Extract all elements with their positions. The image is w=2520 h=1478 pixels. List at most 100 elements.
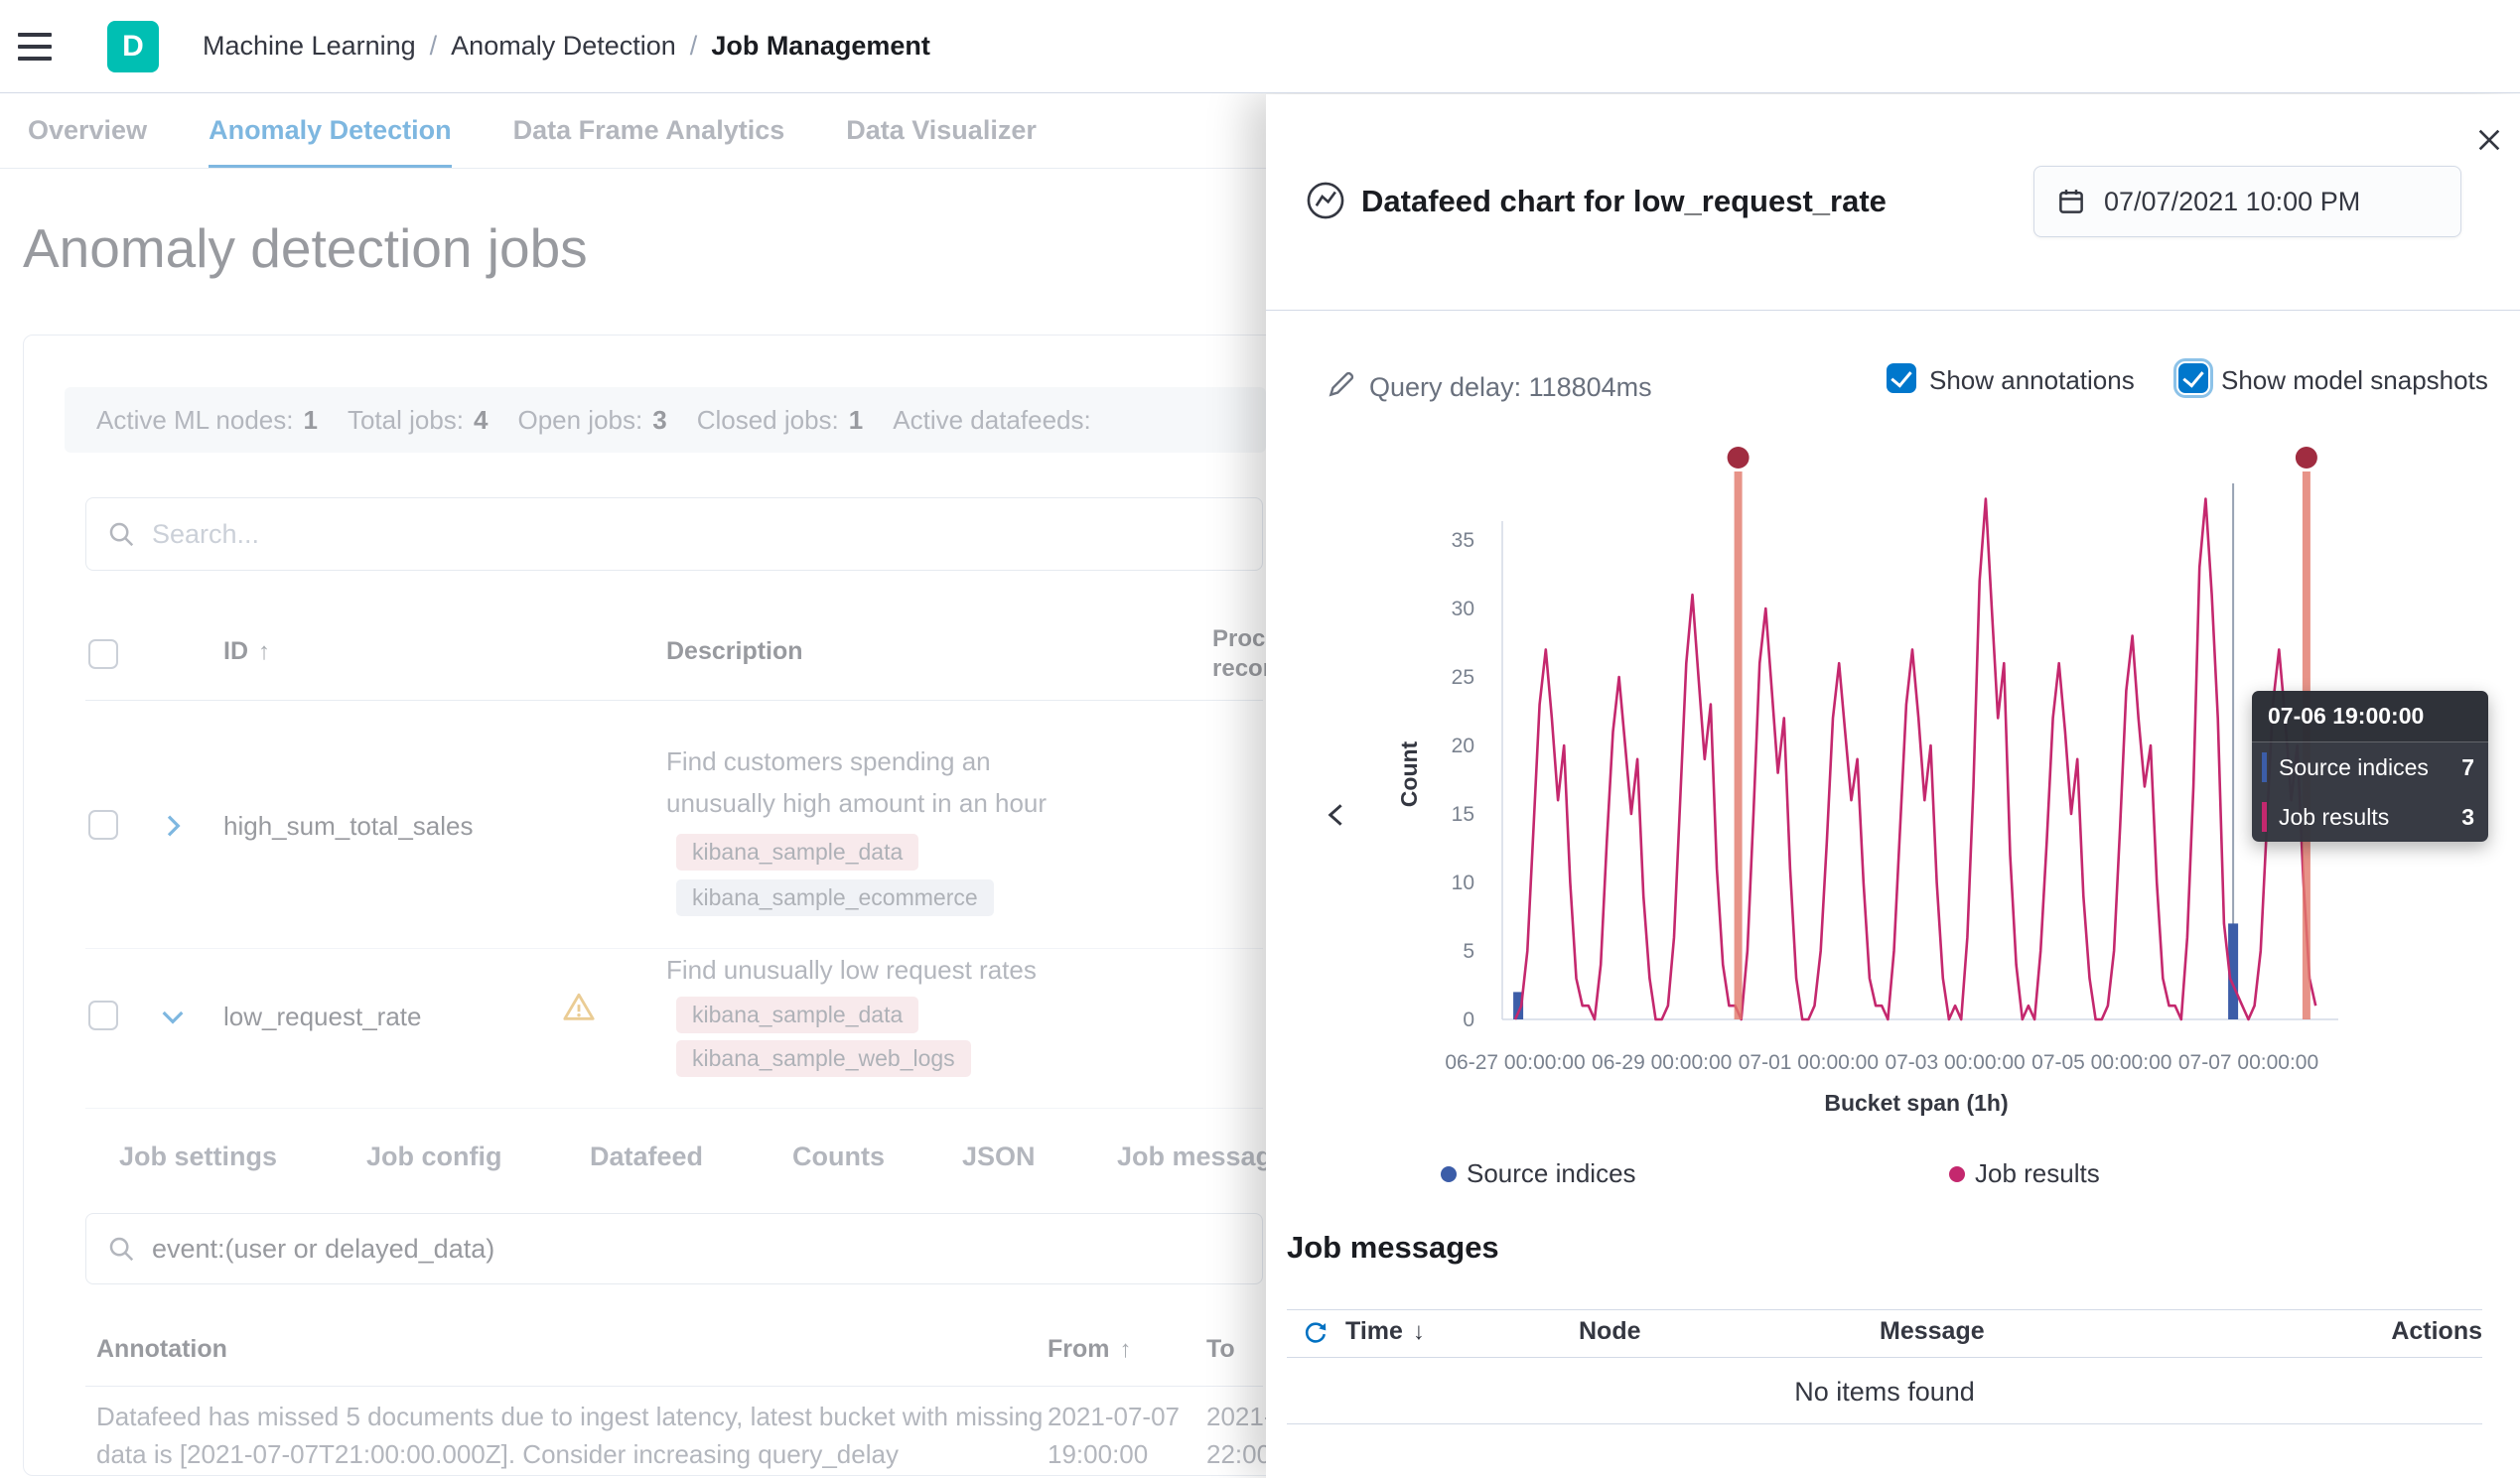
- column-header-id[interactable]: ID: [223, 637, 270, 666]
- svg-text:06-27 00:00:00: 06-27 00:00:00: [1445, 1051, 1585, 1074]
- job-messages-title: Job messages: [1287, 1230, 1499, 1266]
- svg-text:07-03 00:00:00: 07-03 00:00:00: [1885, 1051, 2025, 1074]
- column-header-annotation: Annotation: [96, 1335, 227, 1364]
- tooltip-series-label: Job results: [2279, 804, 2389, 831]
- page-title: Anomaly detection jobs: [23, 216, 588, 280]
- select-all-checkbox[interactable]: [88, 639, 118, 669]
- tooltip-series-value: 7: [2461, 754, 2474, 781]
- column-header-to[interactable]: To: [1206, 1335, 1235, 1364]
- tooltip-row: Source indices 7: [2252, 742, 2488, 792]
- search-icon: [106, 1234, 136, 1264]
- svg-text:30: 30: [1452, 598, 1474, 620]
- show-annotations-label[interactable]: Show annotations: [1929, 365, 2135, 396]
- breadcrumb-separator: /: [430, 31, 438, 62]
- stat-active-ml-nodes: Active ML nodes:1: [96, 405, 318, 436]
- legend-label-source-indices[interactable]: Source indices: [1467, 1158, 1636, 1189]
- chart-icon: [1305, 180, 1346, 221]
- date-picker[interactable]: 07/07/2021 10:00 PM: [2033, 166, 2461, 237]
- date-picker-value: 07/07/2021 10:00 PM: [2104, 187, 2360, 217]
- space-avatar[interactable]: D: [107, 21, 159, 72]
- svg-text:35: 35: [1452, 529, 1474, 552]
- close-icon[interactable]: [2467, 118, 2511, 162]
- jobs-stats-bar: Active ML nodes:1 Total jobs:4 Open jobs…: [65, 387, 1266, 453]
- chevron-down-icon[interactable]: [157, 1001, 189, 1032]
- series-swatch: [2262, 752, 2267, 782]
- index-badge: kibana_sample_web_logs: [676, 1040, 971, 1077]
- job-id: high_sum_total_sales: [223, 811, 474, 842]
- detail-tab-job-settings[interactable]: Job settings: [119, 1142, 277, 1172]
- svg-text:06-29 00:00:00: 06-29 00:00:00: [1592, 1051, 1732, 1074]
- job-description-line: Find unusually low request rates: [666, 955, 1037, 986]
- column-header-description: Description: [666, 637, 803, 666]
- column-header-actions: Actions: [2391, 1317, 2482, 1346]
- tooltip-series-value: 3: [2461, 804, 2474, 831]
- breadcrumb: Machine Learning / Anomaly Detection / J…: [203, 31, 930, 62]
- svg-text:25: 25: [1452, 666, 1474, 689]
- warning-icon: [562, 991, 596, 1024]
- stat-total-jobs: Total jobs:4: [348, 405, 489, 436]
- breadcrumb-job-management: Job Management: [711, 31, 930, 62]
- svg-text:15: 15: [1452, 803, 1474, 826]
- legend-dot-source-indices[interactable]: [1441, 1166, 1457, 1182]
- divider: [1266, 310, 2520, 311]
- annotation-text-line: data is [2021-07-07T21:00:00.000Z]. Cons…: [96, 1439, 899, 1470]
- column-header-node: Node: [1579, 1317, 1641, 1346]
- svg-text:10: 10: [1452, 872, 1474, 894]
- empty-table-message: No items found: [1287, 1377, 2482, 1408]
- index-badge: kibana_sample_data: [676, 997, 918, 1033]
- breadcrumb-anomaly-detection[interactable]: Anomaly Detection: [451, 31, 676, 62]
- job-description-line: Find customers spending an: [666, 746, 991, 777]
- search-icon: [106, 519, 136, 549]
- legend-label-job-results[interactable]: Job results: [1975, 1158, 2100, 1189]
- flyout-title: Datafeed chart for low_request_rate: [1361, 184, 1887, 219]
- jobs-search-input[interactable]: [152, 519, 1242, 550]
- detail-tab-counts[interactable]: Counts: [792, 1142, 885, 1172]
- tab-data-frame-analytics[interactable]: Data Frame Analytics: [513, 93, 785, 168]
- svg-text:07-01 00:00:00: 07-01 00:00:00: [1739, 1051, 1879, 1074]
- tab-data-visualizer[interactable]: Data Visualizer: [846, 93, 1037, 168]
- svg-text:Bucket span (1h): Bucket span (1h): [1824, 1090, 2008, 1116]
- row-checkbox[interactable]: [88, 1001, 118, 1030]
- datafeed-chart-flyout: Datafeed chart for low_request_rate 07/0…: [1266, 94, 2520, 1478]
- column-header-message: Message: [1880, 1317, 1985, 1346]
- divider: [1287, 1357, 2482, 1358]
- stat-active-datafeeds: Active datafeeds:: [893, 405, 1100, 436]
- top-navigation-bar: D Machine Learning / Anomaly Detection /…: [0, 0, 2520, 93]
- detail-tab-datafeed[interactable]: Datafeed: [590, 1142, 703, 1172]
- previous-time-range-button[interactable]: [1314, 791, 1361, 839]
- tooltip-timestamp: 07-06 19:00:00: [2252, 691, 2488, 742]
- annotation-from: 2021-07-07: [1048, 1402, 1180, 1432]
- annotations-query-bar: [85, 1213, 1263, 1284]
- svg-text:20: 20: [1452, 735, 1474, 757]
- column-header-from[interactable]: From: [1048, 1335, 1132, 1364]
- breadcrumb-separator: /: [690, 31, 698, 62]
- chart-tooltip: 07-06 19:00:00 Source indices 7 Job resu…: [2252, 691, 2488, 842]
- row-checkbox[interactable]: [88, 810, 118, 840]
- svg-text:07-07 00:00:00: 07-07 00:00:00: [2178, 1051, 2318, 1074]
- stat-closed-jobs: Closed jobs:1: [697, 405, 864, 436]
- refresh-icon[interactable]: [1302, 1319, 1330, 1347]
- column-header-time[interactable]: Time: [1345, 1317, 1425, 1346]
- detail-tab-job-config[interactable]: Job config: [366, 1142, 502, 1172]
- query-delay-text: Query delay: 118804ms: [1369, 372, 1652, 403]
- job-description-line: unusually high amount in an hour: [666, 788, 1047, 819]
- annotations-query-input[interactable]: [152, 1234, 1242, 1265]
- tooltip-row: Job results 3: [2252, 792, 2488, 842]
- svg-text:07-05 00:00:00: 07-05 00:00:00: [2031, 1051, 2171, 1074]
- show-annotations-checkbox[interactable]: [1887, 363, 1916, 393]
- jobs-search: [85, 497, 1263, 571]
- series-swatch: [2262, 802, 2267, 832]
- tab-overview[interactable]: Overview: [28, 93, 147, 168]
- tooltip-series-label: Source indices: [2279, 754, 2429, 781]
- legend-dot-job-results[interactable]: [1949, 1166, 1965, 1182]
- svg-text:0: 0: [1463, 1008, 1474, 1031]
- show-model-snapshots-checkbox[interactable]: [2178, 363, 2208, 393]
- detail-tab-json[interactable]: JSON: [962, 1142, 1036, 1172]
- index-badge: kibana_sample_data: [676, 834, 918, 871]
- tab-anomaly-detection[interactable]: Anomaly Detection: [209, 93, 452, 168]
- show-model-snapshots-label[interactable]: Show model snapshots: [2221, 365, 2488, 396]
- menu-icon[interactable]: [18, 25, 62, 68]
- breadcrumb-machine-learning[interactable]: Machine Learning: [203, 31, 416, 62]
- stat-open-jobs: Open jobs:3: [517, 405, 666, 436]
- chevron-right-icon[interactable]: [157, 810, 189, 842]
